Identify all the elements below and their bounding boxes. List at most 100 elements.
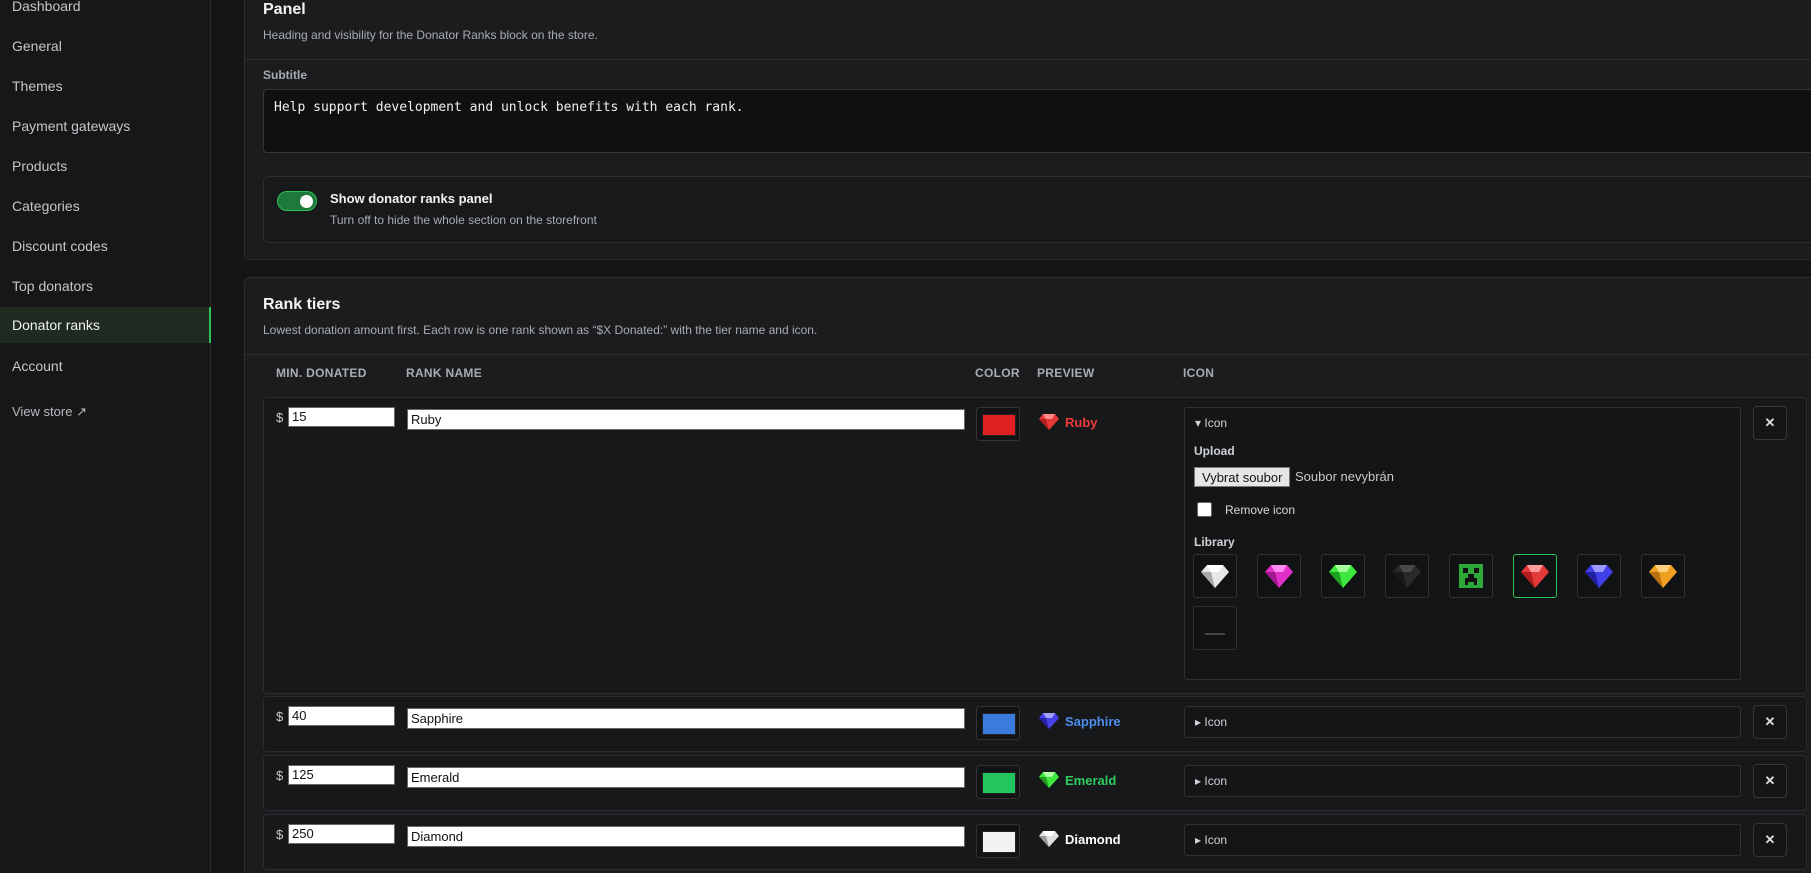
- toggle-description: Turn off to hide the whole section on th…: [330, 213, 597, 227]
- preview-name: Ruby: [1065, 414, 1098, 430]
- icon-label-text: Icon: [1204, 833, 1228, 847]
- min-donated-input[interactable]: 250: [288, 824, 395, 844]
- subtitle-textarea[interactable]: Help support development and unlock bene…: [263, 89, 1811, 153]
- library-ruby-icon[interactable]: [1513, 554, 1557, 598]
- icon-summary-toggle[interactable]: ▸ Icon: [1184, 765, 1741, 797]
- icon-details-panel: ▾ Icon Upload Vybrat soubor Soubor nevyb…: [1184, 407, 1741, 680]
- view-store-link[interactable]: View store ↗: [12, 404, 87, 420]
- library-amethyst-icon[interactable]: [1257, 554, 1301, 598]
- icon-summary-label: ▸ Icon: [1195, 774, 1227, 788]
- color-swatch: [982, 831, 1016, 853]
- icon-summary-label: ▸ Icon: [1195, 715, 1227, 729]
- show-panel-toggle[interactable]: [277, 191, 317, 211]
- sidebar-item-products[interactable]: Products: [0, 148, 211, 184]
- close-icon: ✕: [1764, 773, 1776, 788]
- rank-tiers-title: Rank tiers: [263, 296, 341, 313]
- rank-preview: Sapphire: [1038, 712, 1121, 730]
- currency-symbol: $: [276, 410, 284, 425]
- divider: [245, 354, 1811, 355]
- sidebar-item-dashboard[interactable]: Dashboard: [0, 0, 211, 24]
- subtitle-label: Subtitle: [263, 68, 307, 82]
- color-picker[interactable]: [976, 706, 1020, 740]
- icon-label-text: Icon: [1204, 774, 1228, 788]
- preview-name: Diamond: [1065, 831, 1121, 847]
- panel-title: Panel: [263, 1, 306, 18]
- rank-name-input[interactable]: Diamond: [407, 826, 965, 847]
- divider: [245, 59, 1811, 60]
- emerald-gem-icon: [1039, 772, 1059, 788]
- color-swatch: [982, 414, 1016, 436]
- min-donated-input[interactable]: 125: [288, 765, 395, 785]
- col-header-color: COLOR: [975, 366, 1020, 380]
- chevron-right-icon: ▸: [1195, 774, 1205, 788]
- ruby-gem-icon: [1039, 414, 1059, 430]
- chevron-right-icon: ▸: [1195, 833, 1205, 847]
- rank-row-sapphire: $ 40 Sapphire Sapphire ▸ Icon ✕: [263, 696, 1807, 752]
- col-header-icon: ICON: [1183, 366, 1215, 380]
- rank-name-input[interactable]: Ruby: [407, 409, 965, 430]
- toggle-box: Show donator ranks panel Turn off to hid…: [263, 176, 1811, 243]
- remove-row-button[interactable]: ✕: [1753, 705, 1787, 739]
- file-status: Soubor nevybrán: [1295, 469, 1395, 484]
- toggle-title: Show donator ranks panel: [330, 191, 493, 206]
- preview-name: Sapphire: [1065, 713, 1121, 729]
- sapphire-gem-icon: [1039, 713, 1059, 729]
- sidebar: Dashboard General Themes Payment gateway…: [0, 0, 211, 873]
- preview-name: Emerald: [1065, 772, 1117, 788]
- upload-label: Upload: [1194, 444, 1235, 458]
- color-picker[interactable]: [976, 824, 1020, 858]
- remove-icon-label: Remove icon: [1225, 503, 1296, 517]
- sidebar-item-categories[interactable]: Categories: [0, 188, 211, 224]
- currency-symbol: $: [276, 768, 284, 783]
- rank-row-diamond: $ 250 Diamond Diamond ▸ Icon ✕: [263, 814, 1807, 870]
- icon-summary-toggle[interactable]: ▾ Icon: [1195, 416, 1227, 430]
- min-donated-input[interactable]: 15: [288, 407, 395, 427]
- currency-symbol: $: [276, 827, 284, 842]
- library-creeper-icon[interactable]: [1449, 554, 1493, 598]
- icon-summary-label: Icon: [1204, 416, 1228, 430]
- close-icon: ✕: [1764, 714, 1776, 729]
- library-diamond-icon[interactable]: [1193, 554, 1237, 598]
- chevron-right-icon: ▸: [1195, 715, 1205, 729]
- color-picker[interactable]: [976, 407, 1020, 441]
- rank-name-input[interactable]: Emerald: [407, 767, 965, 788]
- sidebar-item-payment-gateways[interactable]: Payment gateways: [0, 108, 211, 144]
- icon-summary-label: ▸ Icon: [1195, 833, 1227, 847]
- currency-symbol: $: [276, 709, 284, 724]
- rank-row-ruby: $ 15 Ruby Ruby ▾ Icon Upload Vybrat soub…: [263, 397, 1807, 694]
- library-onyx-icon[interactable]: [1385, 554, 1429, 598]
- remove-row-button[interactable]: ✕: [1753, 764, 1787, 798]
- sidebar-item-top-donators[interactable]: Top donators: [0, 268, 211, 304]
- sidebar-item-discount-codes[interactable]: Discount codes: [0, 228, 211, 264]
- sidebar-item-donator-ranks[interactable]: Donator ranks: [0, 307, 211, 343]
- icon-summary-toggle[interactable]: ▸ Icon: [1184, 706, 1741, 738]
- icon-label-text: Icon: [1204, 715, 1228, 729]
- rank-preview: Ruby: [1038, 413, 1098, 431]
- sidebar-item-account[interactable]: Account: [0, 348, 211, 384]
- remove-row-button[interactable]: ✕: [1753, 406, 1787, 440]
- diamond-gem-icon: [1039, 831, 1059, 847]
- library-topaz-icon[interactable]: [1641, 554, 1685, 598]
- col-header-rank-name: RANK NAME: [406, 366, 483, 380]
- icon-summary-toggle[interactable]: ▸ Icon: [1184, 824, 1741, 856]
- sidebar-item-general[interactable]: General: [0, 28, 211, 64]
- choose-file-button[interactable]: Vybrat soubor: [1194, 467, 1291, 487]
- chevron-down-icon: ▾: [1195, 416, 1205, 430]
- remove-row-button[interactable]: ✕: [1753, 823, 1787, 857]
- rank-name-input[interactable]: Sapphire: [407, 708, 965, 729]
- remove-icon-checkbox[interactable]: [1197, 502, 1212, 517]
- color-picker[interactable]: [976, 765, 1020, 799]
- rank-preview: Emerald: [1038, 771, 1116, 789]
- min-donated-input[interactable]: 40: [288, 706, 395, 726]
- col-header-preview: PREVIEW: [1037, 366, 1095, 380]
- library-label: Library: [1194, 535, 1235, 549]
- library-none-icon[interactable]: [1193, 606, 1237, 650]
- sidebar-item-themes[interactable]: Themes: [0, 68, 211, 104]
- color-swatch: [982, 713, 1016, 735]
- panel-description: Heading and visibility for the Donator R…: [263, 28, 598, 42]
- close-icon: ✕: [1764, 832, 1776, 847]
- subtitle-text: Help support development and unlock bene…: [274, 100, 744, 115]
- library-sapphire-icon[interactable]: [1577, 554, 1621, 598]
- library-emerald-icon[interactable]: [1321, 554, 1365, 598]
- rank-tiers-description: Lowest donation amount first. Each row i…: [263, 323, 818, 337]
